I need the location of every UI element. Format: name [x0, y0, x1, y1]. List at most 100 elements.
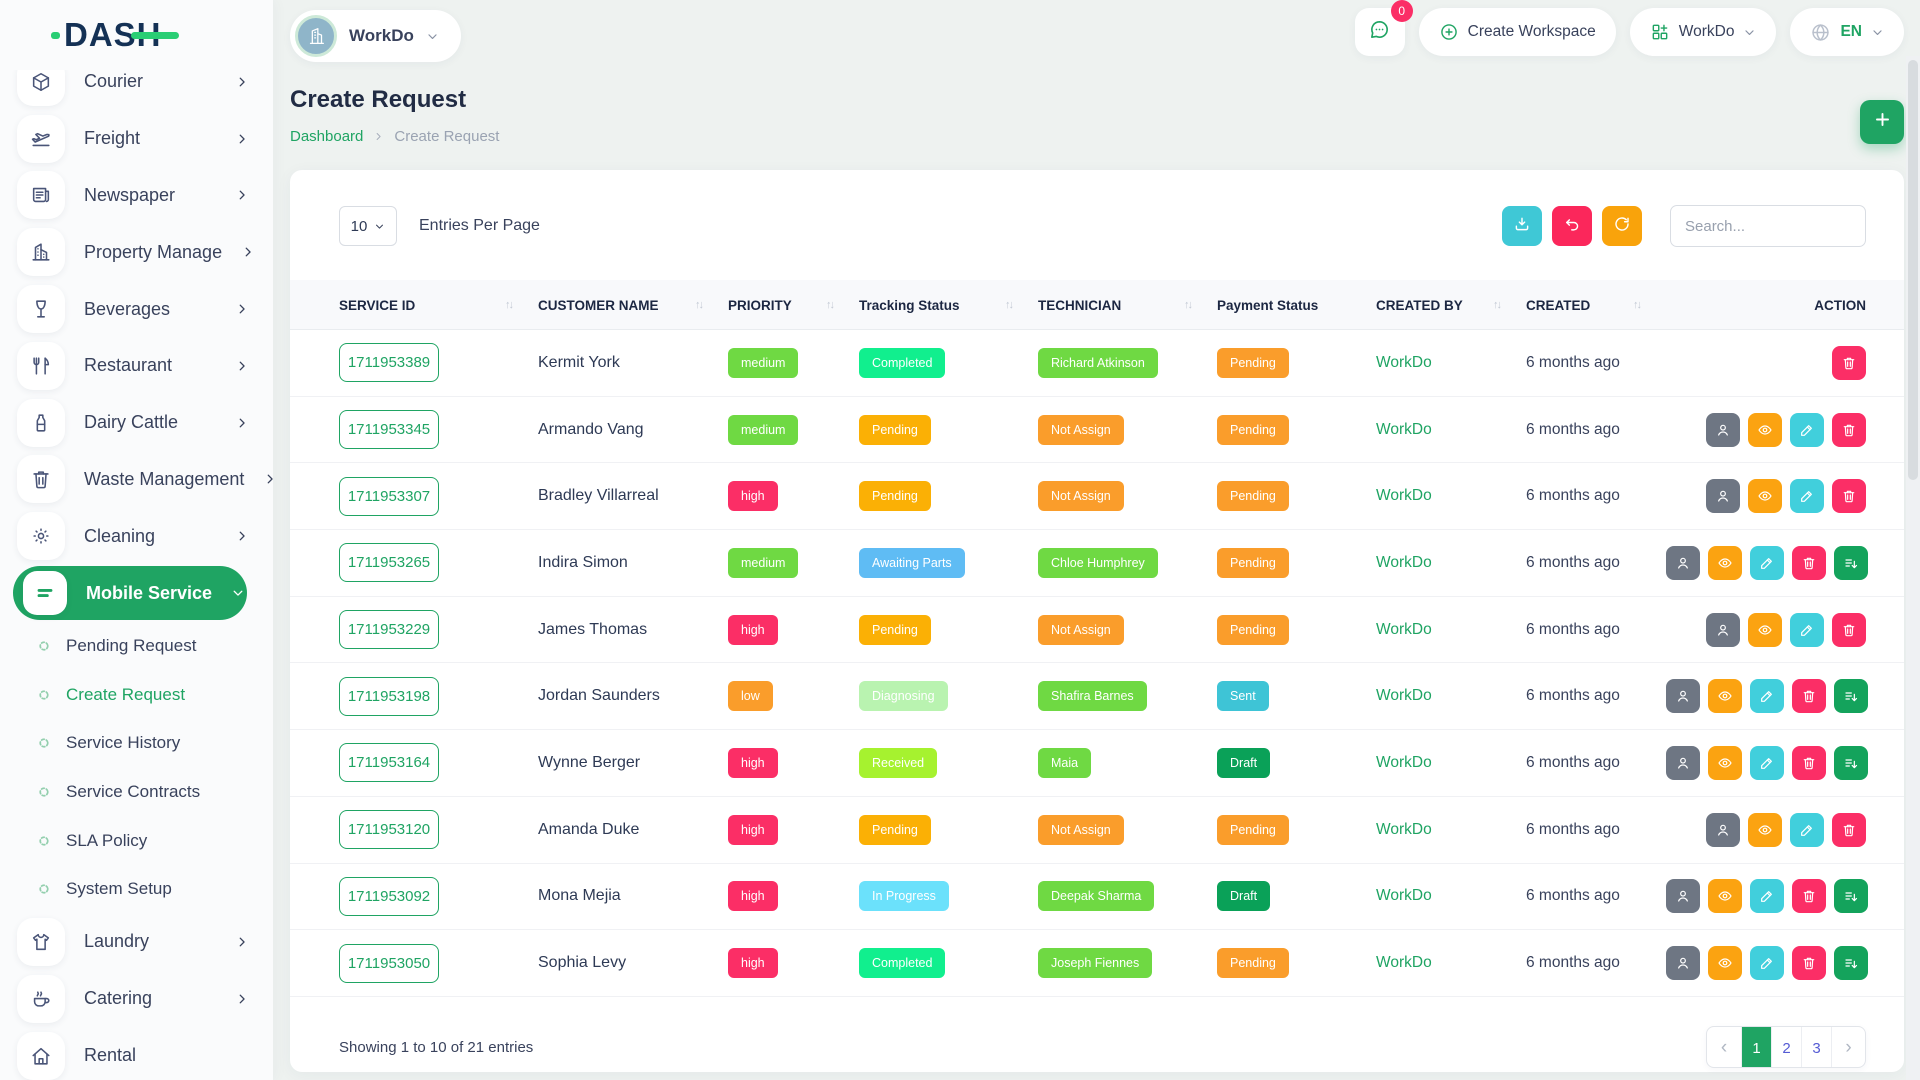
service-id-pill[interactable]: 1711953265 — [339, 543, 439, 582]
view-button[interactable] — [1708, 879, 1742, 913]
sort-icon[interactable]: ↑↓ — [1493, 299, 1500, 311]
assign-user-button[interactable] — [1666, 746, 1700, 780]
sidebar-item-rental[interactable]: Rental — [0, 1027, 273, 1080]
assign-user-button[interactable] — [1666, 546, 1700, 580]
sort-list-button[interactable] — [1834, 679, 1868, 713]
export-button[interactable] — [1502, 206, 1542, 246]
assign-user-button[interactable] — [1706, 479, 1740, 513]
view-button[interactable] — [1708, 946, 1742, 980]
delete-button[interactable] — [1832, 479, 1866, 513]
assign-user-button[interactable] — [1706, 413, 1740, 447]
reset-button[interactable] — [1552, 206, 1592, 246]
edit-button[interactable] — [1790, 613, 1824, 647]
delete-button[interactable] — [1792, 746, 1826, 780]
sidebar-item-courier[interactable]: Courier — [0, 70, 273, 110]
sidebar-item-laundry[interactable]: Laundry — [0, 914, 273, 971]
view-button[interactable] — [1748, 413, 1782, 447]
view-button[interactable] — [1708, 546, 1742, 580]
delete-button[interactable] — [1792, 879, 1826, 913]
view-button[interactable] — [1748, 613, 1782, 647]
delete-button[interactable] — [1792, 679, 1826, 713]
page-button-3[interactable]: 3 — [1801, 1027, 1831, 1068]
column-header-priority[interactable]: PRIORITY↑↓ — [728, 298, 859, 313]
sort-icon[interactable]: ↑↓ — [1633, 299, 1640, 311]
create-workspace-button[interactable]: Create Workspace — [1419, 8, 1616, 56]
sort-icon[interactable]: ↑↓ — [826, 299, 833, 311]
delete-button[interactable] — [1832, 813, 1866, 847]
column-header-tracking-status[interactable]: Tracking Status↑↓ — [859, 298, 1038, 313]
column-header-created-by[interactable]: CREATED BY↑↓ — [1376, 298, 1526, 313]
workspace-selector[interactable]: WorkDo — [290, 10, 461, 62]
edit-button[interactable] — [1750, 879, 1784, 913]
service-id-pill[interactable]: 1711953345 — [339, 410, 439, 449]
view-button[interactable] — [1748, 479, 1782, 513]
sort-list-button[interactable] — [1834, 546, 1868, 580]
column-header-customer-name[interactable]: CUSTOMER NAME↑↓ — [538, 298, 728, 313]
service-id-pill[interactable]: 1711953050 — [339, 944, 439, 983]
column-header-service-id[interactable]: SERVICE ID↑↓ — [339, 298, 538, 313]
workspace-switcher[interactable]: WorkDo — [1630, 8, 1777, 56]
language-selector[interactable]: EN — [1790, 8, 1904, 56]
sort-list-button[interactable] — [1834, 746, 1868, 780]
page-button-2[interactable]: 2 — [1771, 1027, 1801, 1068]
service-id-pill[interactable]: 1711953389 — [339, 343, 439, 382]
scrollbar-thumb[interactable] — [1908, 60, 1918, 480]
edit-button[interactable] — [1750, 679, 1784, 713]
sidebar-item-catering[interactable]: Catering — [0, 970, 273, 1027]
sidebar-subitem-service-history[interactable]: Service History — [0, 719, 273, 768]
sidebar-subitem-service-contracts[interactable]: Service Contracts — [0, 768, 273, 817]
delete-button[interactable] — [1832, 413, 1866, 447]
edit-button[interactable] — [1750, 946, 1784, 980]
sort-icon[interactable]: ↑↓ — [1005, 299, 1012, 311]
breadcrumb-dashboard-link[interactable]: Dashboard — [290, 128, 363, 145]
view-button[interactable] — [1708, 746, 1742, 780]
edit-button[interactable] — [1750, 746, 1784, 780]
column-header-created[interactable]: CREATED↑↓ — [1526, 298, 1666, 313]
view-button[interactable] — [1748, 813, 1782, 847]
assign-user-button[interactable] — [1666, 679, 1700, 713]
refresh-button[interactable] — [1602, 206, 1642, 246]
search-input[interactable] — [1670, 205, 1866, 247]
service-id-pill[interactable]: 1711953164 — [339, 743, 439, 782]
sidebar-subitem-create-request[interactable]: Create Request — [0, 670, 273, 719]
view-button[interactable] — [1708, 679, 1742, 713]
delete-button[interactable] — [1832, 346, 1866, 380]
assign-user-button[interactable] — [1666, 879, 1700, 913]
sidebar-subitem-system-setup[interactable]: System Setup — [0, 865, 273, 914]
assign-user-button[interactable] — [1706, 613, 1740, 647]
assign-user-button[interactable] — [1706, 813, 1740, 847]
service-id-pill[interactable]: 1711953198 — [339, 677, 439, 716]
service-id-pill[interactable]: 1711953307 — [339, 477, 439, 516]
sidebar-item-mobile-service[interactable]: Mobile Service — [13, 566, 247, 621]
sidebar-item-newspaper[interactable]: Newspaper — [0, 167, 273, 224]
sort-icon[interactable]: ↑↓ — [695, 299, 702, 311]
edit-button[interactable] — [1790, 813, 1824, 847]
sidebar-item-waste-management[interactable]: Waste Management — [0, 451, 273, 508]
entries-per-page-select[interactable]: 10 — [339, 206, 397, 246]
sidebar-item-beverages[interactable]: Beverages — [0, 281, 273, 338]
sidebar-subitem-pending-request[interactable]: Pending Request — [0, 621, 273, 670]
sort-icon[interactable]: ↑↓ — [505, 299, 512, 311]
messages-button[interactable]: 0 — [1355, 8, 1405, 56]
assign-user-button[interactable] — [1666, 946, 1700, 980]
sidebar-item-freight[interactable]: Freight — [0, 110, 273, 167]
sidebar-item-restaurant[interactable]: Restaurant — [0, 337, 273, 394]
edit-button[interactable] — [1790, 413, 1824, 447]
delete-button[interactable] — [1792, 546, 1826, 580]
sidebar-item-cleaning[interactable]: Cleaning — [0, 508, 273, 565]
service-id-pill[interactable]: 1711953092 — [339, 877, 439, 916]
sidebar-subitem-sla-policy[interactable]: SLA Policy — [0, 816, 273, 865]
add-request-button[interactable] — [1860, 100, 1904, 144]
next-page-button[interactable]: › — [1831, 1027, 1865, 1068]
sort-list-button[interactable] — [1834, 946, 1868, 980]
delete-button[interactable] — [1792, 946, 1826, 980]
edit-button[interactable] — [1790, 479, 1824, 513]
sort-list-button[interactable] — [1834, 879, 1868, 913]
edit-button[interactable] — [1750, 546, 1784, 580]
page-scrollbar[interactable] — [1906, 56, 1920, 1080]
service-id-pill[interactable]: 1711953229 — [339, 610, 439, 649]
page-button-1[interactable]: 1 — [1741, 1027, 1771, 1068]
delete-button[interactable] — [1832, 613, 1866, 647]
service-id-pill[interactable]: 1711953120 — [339, 810, 439, 849]
previous-page-button[interactable]: ‹ — [1707, 1027, 1741, 1068]
